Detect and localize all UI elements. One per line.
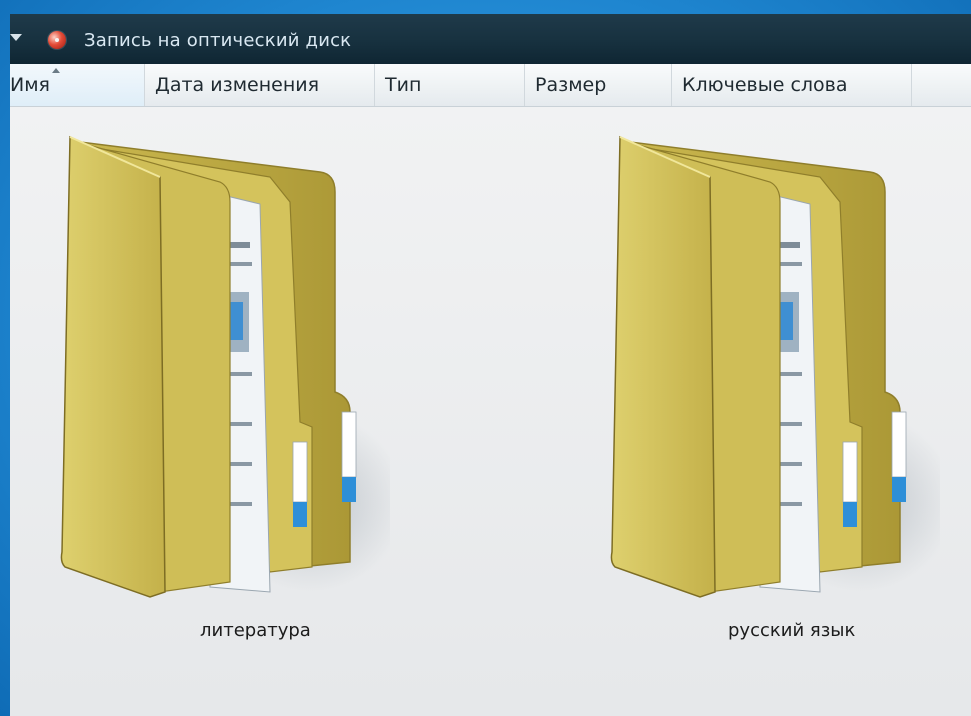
column-header-type-label: Тип [385, 74, 422, 96]
folder-label: русский язык [728, 620, 856, 641]
folder-item-russkiy-yazyk[interactable]: русский язык [600, 122, 940, 662]
sort-ascending-icon [52, 68, 60, 73]
window-title: Запись на оптический диск [84, 30, 352, 51]
folder-icon [60, 135, 390, 598]
column-header-keywords-label: Ключевые слова [682, 74, 848, 96]
column-header-type[interactable]: Тип [375, 64, 525, 106]
column-headers: Имя Дата изменения Тип Размер Ключевые с… [10, 64, 971, 107]
title-bar: Запись на оптический диск [10, 14, 971, 65]
explorer-window: Запись на оптический диск Имя Дата измен… [10, 14, 971, 716]
column-header-keywords[interactable]: Ключевые слова [672, 64, 912, 106]
column-header-size[interactable]: Размер [525, 64, 672, 106]
column-header-name-label: Имя [10, 74, 50, 96]
dropdown-arrow-icon[interactable] [10, 34, 22, 41]
folder-icon [610, 135, 940, 598]
optical-disc-burn-icon [48, 31, 66, 49]
column-header-size-label: Размер [535, 74, 607, 96]
file-list-area: литература русский язык [10, 107, 971, 716]
column-header-date-modified-label: Дата изменения [155, 74, 320, 96]
column-header-name[interactable]: Имя [10, 64, 145, 106]
column-header-date-modified[interactable]: Дата изменения [145, 64, 375, 106]
folder-label: литература [200, 620, 311, 641]
folder-item-literatura[interactable]: литература [50, 122, 390, 662]
